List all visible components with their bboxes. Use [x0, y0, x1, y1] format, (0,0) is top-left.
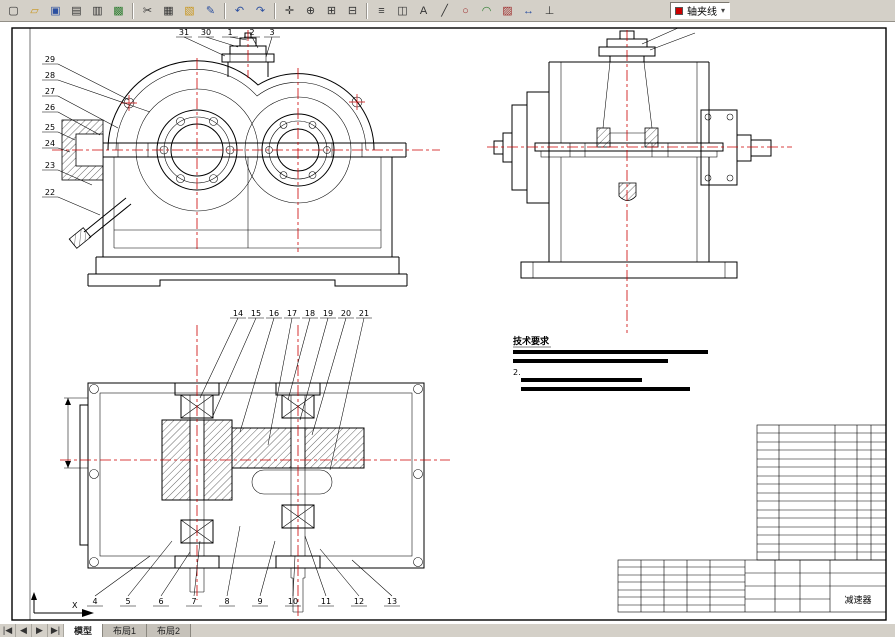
side-view [487, 27, 792, 333]
balloon-number: 15 [251, 309, 261, 318]
layers-icon[interactable]: ≡ [371, 1, 392, 20]
balloon-number: 14 [233, 309, 243, 318]
balloon-number: 17 [287, 309, 297, 318]
print-preview-icon[interactable]: ▥ [87, 1, 108, 20]
balloon-number: 28 [45, 71, 55, 80]
main-toolbar: ▢ ▱ ▣ ▤ ▥ ▩ ✂ ▦ ▧ ✎ ↶ ↷ ✛ ⊕ ⊞ ⊟ ≡ ◫ A ╱ … [0, 0, 895, 22]
balloon-number: 25 [45, 123, 55, 132]
balloon-number: 4 [92, 597, 97, 606]
balloon-number: 19 [323, 309, 333, 318]
tab-layout2[interactable]: 布局2 [147, 624, 192, 637]
balloon-number: 8 [224, 597, 229, 606]
ucs-x-label: X [72, 601, 78, 610]
toolbar-separator [224, 2, 226, 19]
balloon-number: 12 [354, 597, 364, 606]
toolbar-separator [132, 2, 134, 19]
toolbar-separator [274, 2, 276, 19]
tab-nav-last[interactable]: ▶| [48, 624, 64, 637]
balloon-number: 29 [45, 55, 55, 64]
balloon-number: 10 [288, 597, 298, 606]
balloon-number: 6 [158, 597, 163, 606]
ucs-icon: X [31, 592, 94, 617]
product-name: 减速器 [844, 594, 871, 606]
sheet-frame [11, 27, 887, 621]
balloon-number: 31 [179, 28, 189, 37]
ortho-icon[interactable]: ⊥ [539, 1, 560, 20]
balloon-number: 26 [45, 103, 55, 112]
save-icon[interactable]: ▣ [45, 1, 66, 20]
properties-icon[interactable]: ◫ [392, 1, 413, 20]
zoom-previous-icon[interactable]: ⊟ [342, 1, 363, 20]
layer-combo[interactable]: 轴夹线 ▾ [670, 2, 731, 19]
tech-requirements: 技术要求 2. [513, 335, 708, 391]
circle-tool-icon[interactable]: ○ [455, 1, 476, 20]
plot-icon[interactable]: ▩ [108, 1, 129, 20]
tab-nav-first[interactable]: |◀ [0, 624, 16, 637]
hatch-tool-icon[interactable]: ▨ [497, 1, 518, 20]
balloon-number: 11 [321, 597, 331, 606]
dimension-tool-icon[interactable]: ↔ [518, 1, 539, 20]
balloon-number: 3 [269, 28, 274, 37]
balloon-number: 2 [249, 28, 254, 37]
pan-icon[interactable]: ✛ [279, 1, 300, 20]
balloon-number: 7 [191, 597, 196, 606]
front-view [52, 30, 440, 287]
drawing-canvas[interactable]: 31 30 1 2 3 29 28 27 26 25 24 23 22 技术要求… [0, 22, 895, 623]
layer-color-swatch [675, 6, 683, 15]
toolbar-separator [366, 2, 368, 19]
balloon-number: 23 [45, 161, 55, 170]
print-icon[interactable]: ▤ [66, 1, 87, 20]
chevron-down-icon[interactable]: ▾ [721, 6, 725, 15]
zoom-realtime-icon[interactable]: ⊕ [300, 1, 321, 20]
tab-layout1[interactable]: 布局1 [103, 624, 148, 637]
line-tool-icon[interactable]: ╱ [434, 1, 455, 20]
balloon-number: 21 [359, 309, 369, 318]
tab-model[interactable]: 模型 [64, 624, 104, 637]
redo-icon[interactable]: ↷ [250, 1, 271, 20]
balloon-number: 20 [341, 309, 351, 318]
tech-req-title: 技术要求 [513, 335, 550, 347]
paste-icon[interactable]: ▧ [179, 1, 200, 20]
arc-tool-icon[interactable]: ◠ [476, 1, 497, 20]
balloon-number: 30 [201, 28, 211, 37]
copy-icon[interactable]: ▦ [158, 1, 179, 20]
title-block: 减速器 [617, 559, 887, 613]
cut-icon[interactable]: ✂ [137, 1, 158, 20]
balloon-number: 18 [305, 309, 315, 318]
balloon-number: 13 [387, 597, 397, 606]
balloon-number: 27 [45, 87, 55, 96]
undo-icon[interactable]: ↶ [229, 1, 250, 20]
new-file-icon[interactable]: ▢ [3, 1, 24, 20]
zoom-window-icon[interactable]: ⊞ [321, 1, 342, 20]
tech-req-item-label: 2. [513, 368, 521, 377]
text-style-icon[interactable]: A [413, 1, 434, 20]
plan-view [60, 325, 450, 620]
tab-nav-next[interactable]: ▶ [32, 624, 48, 637]
balloon-number: 9 [257, 597, 262, 606]
parts-list-table [756, 424, 887, 561]
layer-combo-value: 轴夹线 [687, 7, 717, 18]
format-painter-icon[interactable]: ✎ [200, 1, 221, 20]
balloon-number: 16 [269, 309, 279, 318]
statusbar: |◀ ◀ ▶ ▶| 模型 布局1 布局2 [0, 623, 895, 637]
open-folder-icon[interactable]: ▱ [24, 1, 45, 20]
drawing-area[interactable]: 31 30 1 2 3 29 28 27 26 25 24 23 22 技术要求… [0, 22, 895, 623]
tab-nav-prev[interactable]: ◀ [16, 624, 32, 637]
balloon-number: 1 [227, 28, 232, 37]
balloon-number: 24 [45, 139, 55, 148]
balloon-number: 5 [125, 597, 130, 606]
balloon-number: 22 [45, 188, 55, 197]
